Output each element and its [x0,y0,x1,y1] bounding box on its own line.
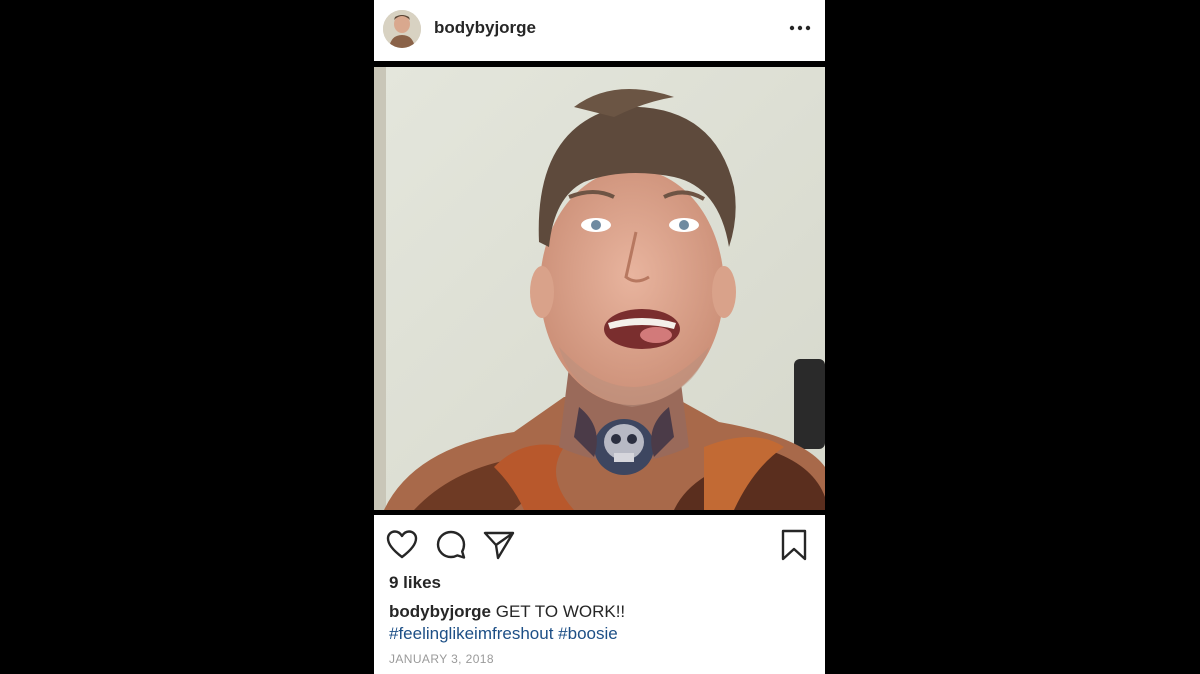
caption-username[interactable]: bodybyjorge [389,602,491,621]
more-options-button[interactable] [787,15,813,41]
post-date: JANUARY 3, 2018 [389,652,494,666]
likes-count[interactable]: 9 likes [389,573,441,593]
post-actions [374,525,825,565]
hashtag-link[interactable]: #feelinglikeimfreshout [389,624,553,643]
paper-plane-icon [483,531,515,560]
comment-button[interactable] [434,528,468,562]
avatar-image [383,10,421,48]
post-header: bodybyjorge [374,0,825,60]
caption-text: GET TO WORK!! [495,602,626,621]
photo-illustration [374,67,825,510]
like-button[interactable] [385,528,419,562]
avatar[interactable] [383,10,421,48]
post-caption: bodybyjorge GET TO WORK!! #feelinglikeim… [389,601,809,645]
media-frame [374,61,825,515]
post-photo[interactable] [374,67,825,510]
hashtag-link[interactable]: #boosie [558,624,618,643]
more-horizontal-icon [789,25,811,31]
bookmark-icon [781,529,807,561]
post-username[interactable]: bodybyjorge [434,18,536,38]
share-button[interactable] [482,528,516,562]
save-button[interactable] [777,528,811,562]
comment-icon [436,530,466,559]
heart-icon [386,530,418,559]
instagram-post: bodybyjorge 9 likes bodybyjorge GET TO W… [374,0,825,674]
